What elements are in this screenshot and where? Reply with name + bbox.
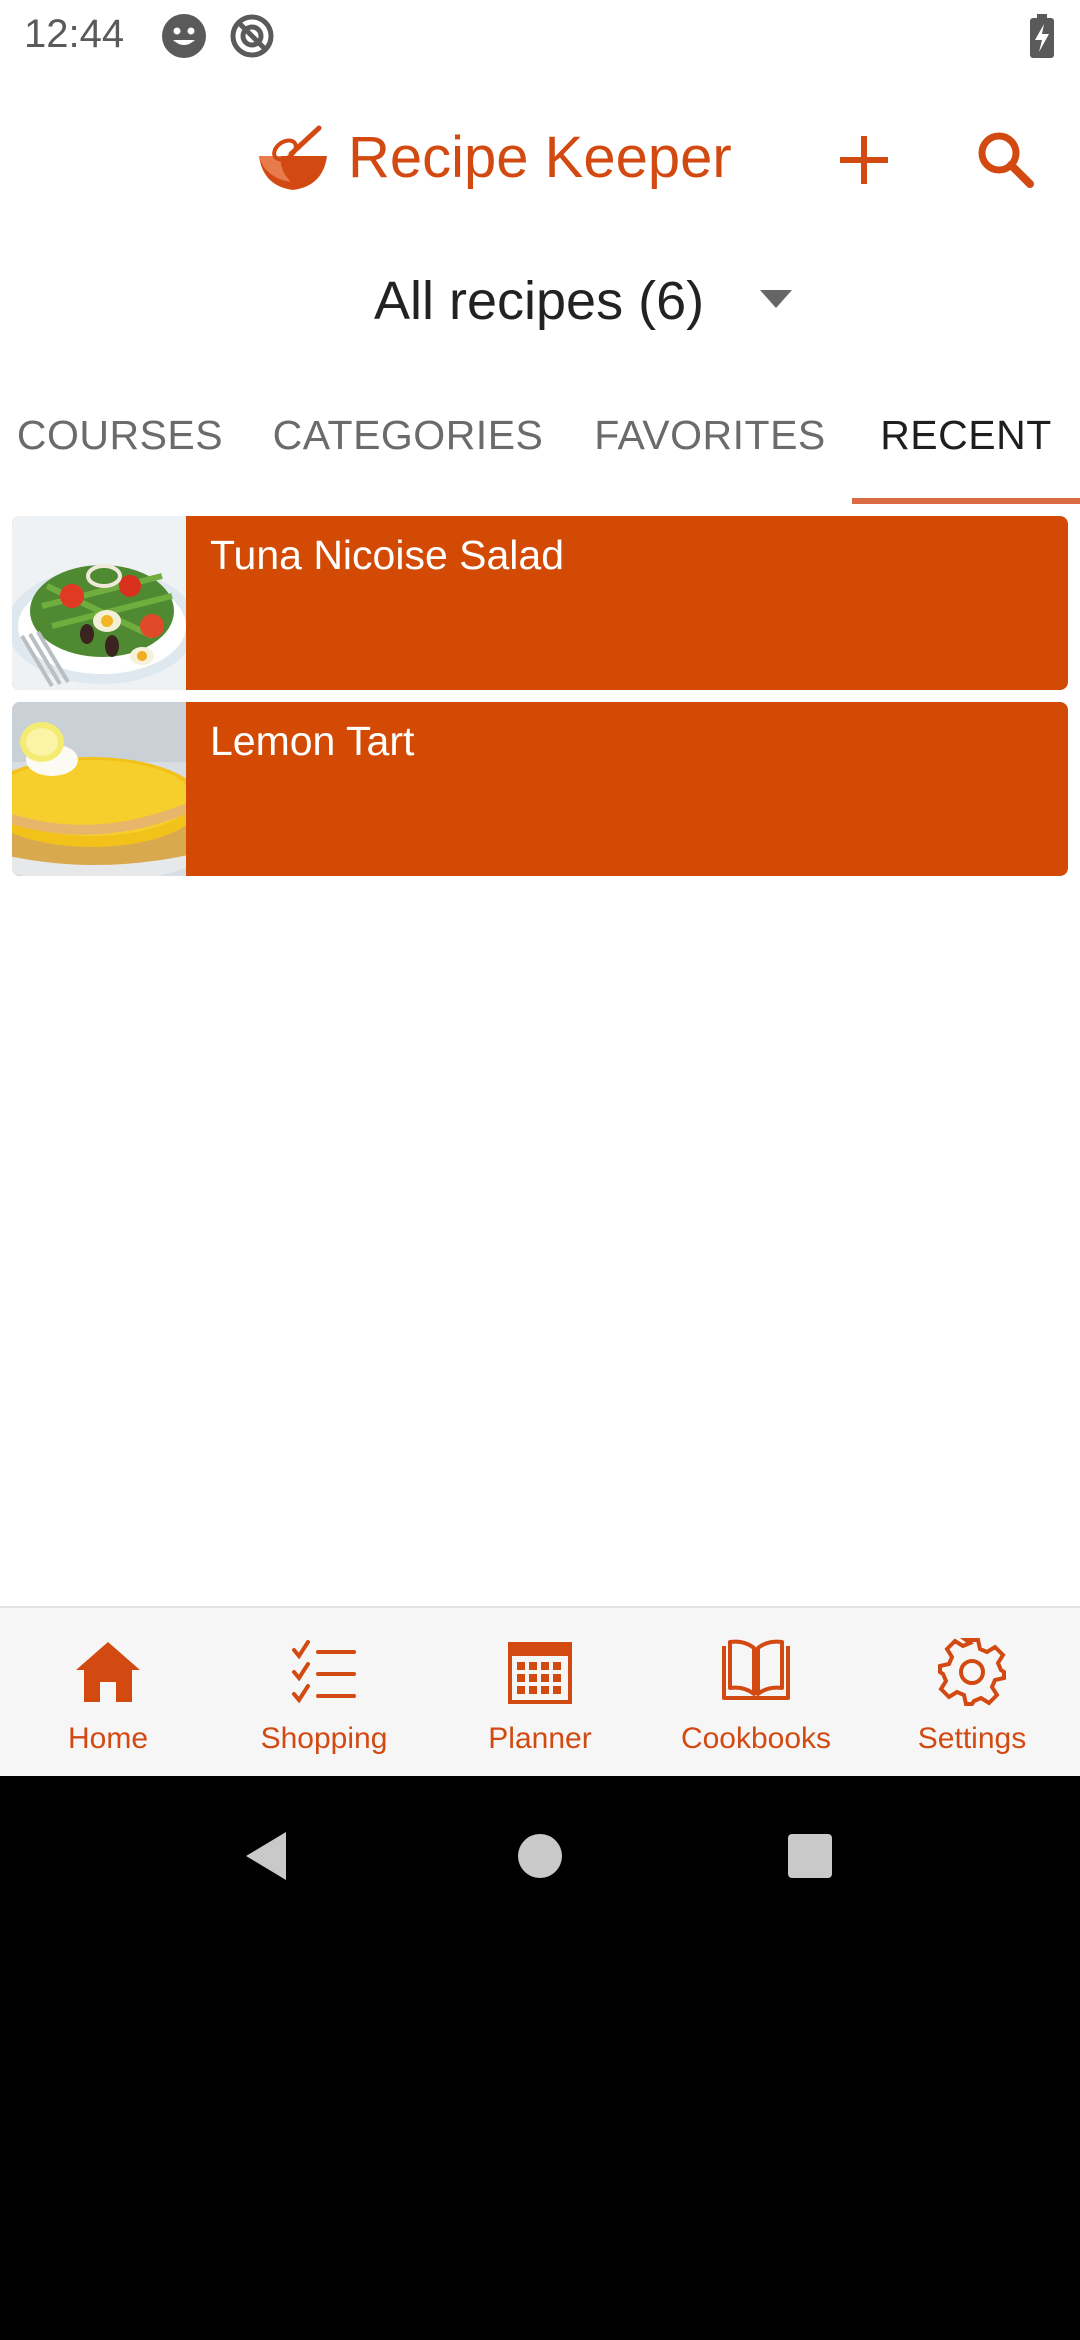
status-bar: 12:44 (0, 0, 1080, 72)
mixing-bowl-logo-icon (259, 125, 327, 190)
recipe-name: Tuna Nicoise Salad (210, 532, 565, 578)
lemon-tart-image (12, 702, 186, 876)
face-notification-icon (162, 14, 206, 58)
nav-home[interactable]: Home (0, 1608, 216, 1778)
home-icon (76, 1642, 140, 1702)
home-circle-icon[interactable] (510, 1826, 570, 1886)
nav-label: Settings (917, 1722, 1027, 1755)
search-button[interactable] (970, 124, 1042, 196)
tab-categories[interactable]: CATEGORIES (264, 400, 552, 506)
gear-icon (938, 1638, 1006, 1706)
app-bar: Recipe Keeper (0, 100, 1080, 220)
nav-label: Cookbooks (680, 1722, 832, 1755)
tuna-nicoise-salad-image (12, 516, 186, 690)
dropdown-caret-icon (760, 290, 792, 308)
tab-recent[interactable]: RECENT (852, 400, 1080, 506)
calendar-icon (508, 1642, 572, 1704)
tab-label: COURSES (16, 412, 224, 458)
nav-cookbooks[interactable]: Cookbooks (648, 1608, 864, 1778)
recipe-name: Lemon Tart (210, 718, 415, 764)
filter-label: All recipes (6) (374, 271, 705, 331)
status-time: 12:44 (24, 12, 125, 56)
tab-label: CATEGORIES (272, 412, 544, 458)
nav-shopping[interactable]: Shopping (216, 1608, 432, 1778)
back-icon[interactable] (238, 1826, 298, 1886)
checklist-icon (292, 1640, 356, 1704)
app-title: Recipe Keeper (348, 125, 732, 190)
recipe-card[interactable]: Tuna Nicoise Salad (12, 516, 1068, 690)
tab-bar: COURSES CATEGORIES FAVORITES RECENT (0, 400, 1080, 506)
nav-planner[interactable]: Planner (432, 1608, 648, 1778)
recipe-list: Tuna Nicoise Salad Lemon Tart (12, 516, 1068, 888)
active-tab-indicator (852, 498, 1080, 504)
nav-label: Home (67, 1722, 149, 1755)
recipe-card[interactable]: Lemon Tart (12, 702, 1068, 876)
tab-label: FAVORITES (594, 412, 826, 458)
nav-settings[interactable]: Settings (864, 1608, 1080, 1778)
battery-charging-icon (1030, 14, 1054, 58)
nav-label: Planner (488, 1722, 592, 1755)
recents-square-icon[interactable] (780, 1826, 840, 1886)
bottom-navigation: Home Shopping Planner Cookbooks Settings (0, 1606, 1080, 1776)
app-screen: 12:44 Recipe Keeper All recipes (6) COUR… (0, 0, 1080, 1776)
book-icon (722, 1639, 790, 1700)
tab-label: RECENT (880, 412, 1052, 458)
add-recipe-button[interactable] (828, 124, 900, 196)
tab-favorites[interactable]: FAVORITES (582, 400, 838, 506)
sync-blocked-icon (230, 14, 274, 58)
nav-label: Shopping (260, 1722, 388, 1755)
recipe-filter-dropdown[interactable]: All recipes (6) (0, 262, 1080, 342)
system-navigation-bar (0, 1776, 1080, 2340)
tab-courses[interactable]: COURSES (0, 400, 240, 506)
